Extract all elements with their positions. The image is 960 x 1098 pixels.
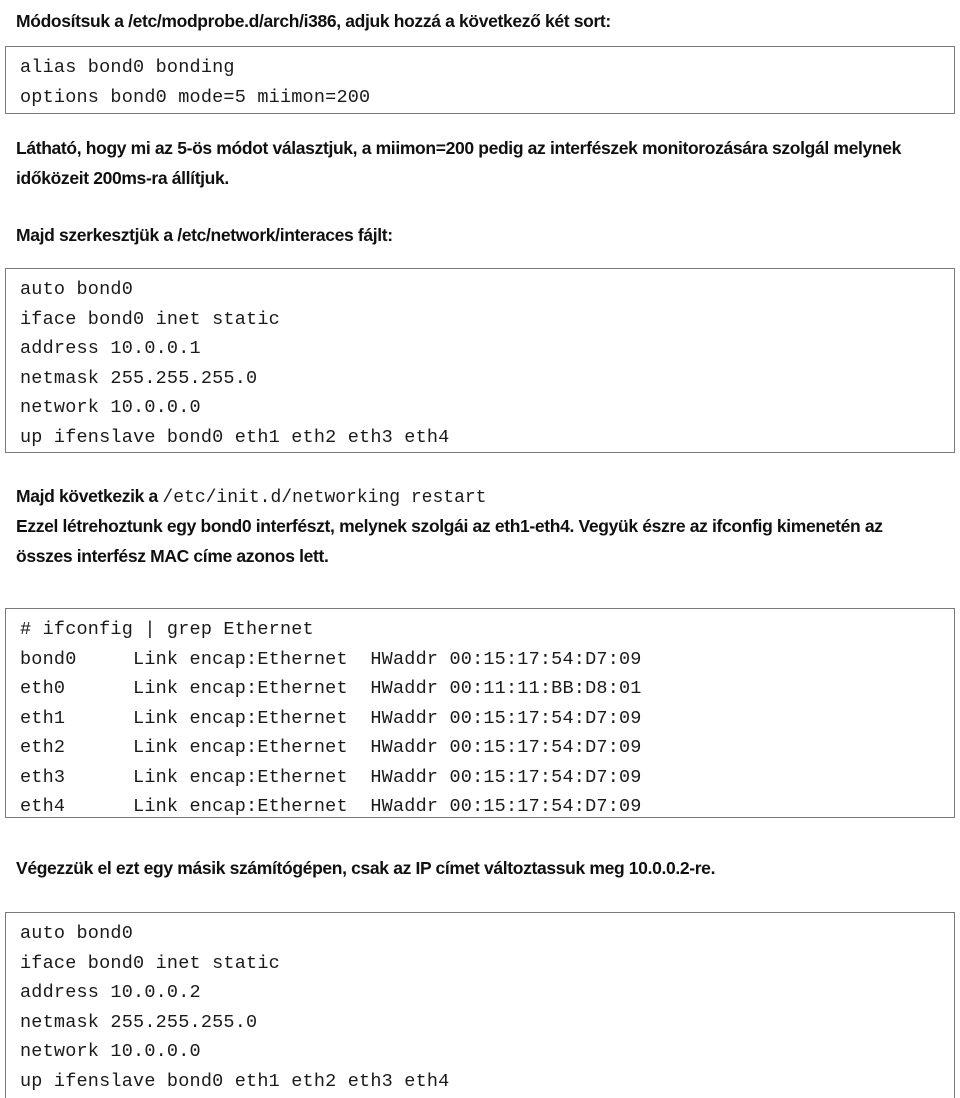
code-line-interface: eth4 Link encap:Ethernet HWaddr 00:15:17…	[20, 796, 642, 817]
document-page: Módosítsuk a /etc/modprobe.d/arch/i386, …	[0, 0, 960, 1098]
majd-kovetkezik-prefix: Majd következik a	[16, 486, 163, 506]
code-line: network 10.0.0.0	[20, 1041, 201, 1062]
paragraph-majd-kovetkezik: Majd következik a /etc/init.d/networking…	[16, 481, 486, 513]
code-line-interface: eth1 Link encap:Ethernet HWaddr 00:15:17…	[20, 707, 642, 729]
code-block-ifconfig-output: # ifconfig | grep Ethernet bond0 Link en…	[5, 608, 955, 818]
code-line-command: # ifconfig | grep Ethernet	[20, 619, 314, 640]
paragraph-ezzel: Ezzel létrehoztunk egy bond0 interfészt,…	[16, 516, 883, 566]
code-line: options bond0 mode=5 miimon=200	[20, 86, 371, 108]
code-line: alias bond0 bonding	[20, 57, 235, 78]
inline-code-networking-restart: /etc/init.d/networking restart	[162, 488, 487, 508]
code-block-modprobe: alias bond0 bonding options bond0 mode=5…	[5, 46, 955, 114]
code-line: up ifenslave bond0 eth1 eth2 eth3 eth4	[20, 1070, 450, 1092]
code-line: auto bond0	[20, 923, 134, 944]
code-line: network 10.0.0.0	[20, 397, 201, 418]
paragraph-lathato: Látható, hogy mi az 5-ös módot választju…	[16, 138, 901, 188]
code-line: auto bond0	[20, 279, 134, 300]
paragraph-vegezzuk: Végezzük el ezt egy másik számítógépen, …	[16, 858, 716, 878]
code-line: iface bond0 inet static	[20, 308, 280, 330]
code-line: address 10.0.0.1	[20, 338, 201, 359]
code-line: netmask 255.255.255.0	[20, 1011, 258, 1033]
paragraph-modprobe-intro: Módosítsuk a /etc/modprobe.d/arch/i386, …	[16, 11, 611, 31]
code-line-interface: eth0 Link encap:Ethernet HWaddr 00:11:11…	[20, 678, 642, 699]
code-block-interfaces-second-host: auto bond0 iface bond0 inet static addre…	[5, 912, 955, 1098]
code-block-interfaces: auto bond0 iface bond0 inet static addre…	[5, 268, 955, 453]
code-line: iface bond0 inet static	[20, 952, 280, 974]
code-line-interface: bond0 Link encap:Ethernet HWaddr 00:15:1…	[20, 648, 642, 670]
code-line-interface: eth2 Link encap:Ethernet HWaddr 00:15:17…	[20, 737, 642, 758]
code-line: netmask 255.255.255.0	[20, 367, 258, 389]
code-line: address 10.0.0.2	[20, 982, 201, 1003]
code-line-interface: eth3 Link encap:Ethernet HWaddr 00:15:17…	[20, 766, 642, 788]
paragraph-majd-szerkesztjuk: Majd szerkesztjük a /etc/network/interac…	[16, 225, 393, 245]
code-line: up ifenslave bond0 eth1 eth2 eth3 eth4	[20, 426, 450, 448]
